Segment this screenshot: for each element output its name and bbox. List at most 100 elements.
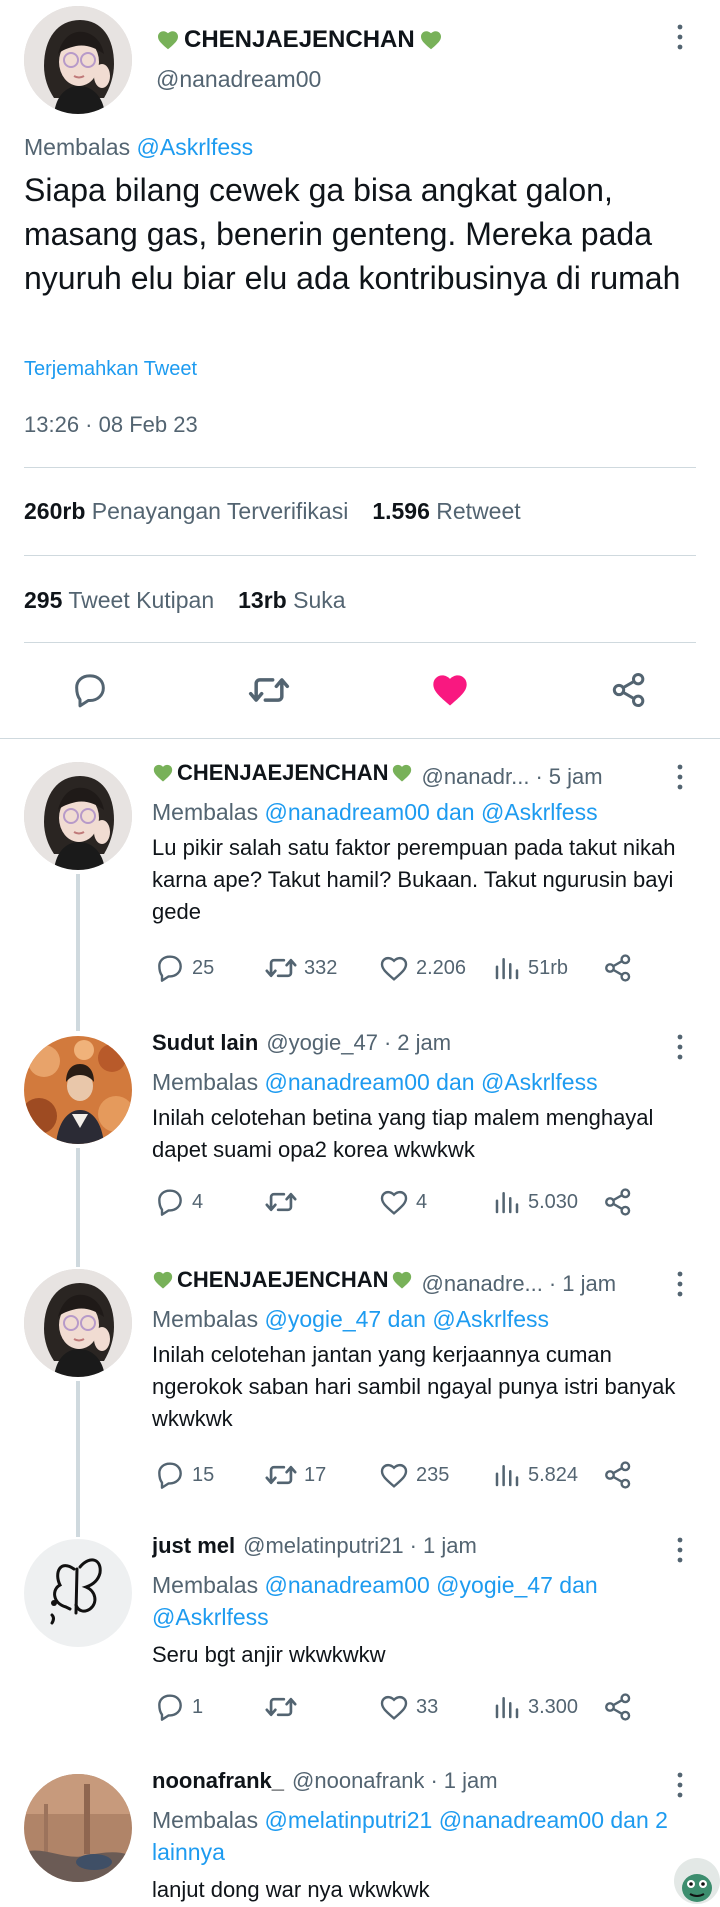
reply-handle[interactable]: @yogie_47 [266,1030,378,1056]
reply-actions: 1 33 3.300 [152,1689,692,1725]
share-button[interactable] [607,668,651,712]
retweet-icon [264,951,298,985]
share-button[interactable] [602,1184,634,1220]
main-avatar[interactable] [24,6,132,114]
like-button[interactable]: 2.206 [378,950,466,986]
reply-time[interactable]: 1 jam [444,1768,498,1794]
views-button[interactable]: 51rb [492,950,568,986]
share-button[interactable] [602,950,634,986]
reply-button[interactable]: 1 [154,1689,203,1725]
more-options-icon[interactable] [668,1032,692,1062]
more-options-icon[interactable] [668,22,692,52]
reply-button[interactable]: 25 [154,950,214,986]
more-options-icon[interactable] [668,1535,692,1565]
views-button[interactable]: 3.300 [492,1689,578,1725]
views-stat[interactable]: 260rb Penayangan Terverifikasi [24,498,348,525]
reply-display-name[interactable]: just mel [152,1533,235,1559]
reply-context: Membalas @melatinputri21 @nanadream00 da… [152,1804,692,1868]
reply-avatar[interactable] [24,1269,132,1377]
main-tweet-text: Siapa bilang cewek ga bisa angkat galon,… [24,172,681,296]
reply-time[interactable]: 2 jam [397,1030,451,1056]
reply-to-links[interactable]: @nanadream00 dan @Askrlfess [265,799,598,825]
reply-display-name[interactable]: Sudut lain [152,1030,258,1056]
share-button[interactable] [602,1457,634,1493]
main-reply-context: Membalas @Askrlfess [24,134,253,161]
floating-avatar-badge[interactable] [674,1858,720,1904]
views-label: Penayangan Terverifikasi [91,498,349,524]
views-icon [492,1692,522,1722]
thread-line [76,995,80,1031]
like-button[interactable] [428,668,472,712]
reply-button[interactable] [68,668,112,712]
reply-display-name-text: just mel [152,1533,236,1558]
share-icon [609,670,649,710]
like-count: 235 [416,1463,450,1486]
like-button[interactable]: 4 [378,1184,427,1220]
reply-handle[interactable]: @nanadre... [421,1271,542,1297]
reply-time[interactable]: 5 jam [549,764,603,790]
retweet-icon [264,1185,298,1219]
reply-handle[interactable]: @nanadr... [421,764,529,790]
retweet-count: 17 [304,1463,327,1486]
like-button[interactable]: 235 [378,1457,449,1493]
reply-display-name-text: CHENJAEJENCHAN [177,760,389,785]
retweet-button[interactable] [264,1184,304,1220]
reply-display-name[interactable]: noonafrank_ [152,1768,284,1794]
reply-tweet[interactable]: CHENJAEJENCHAN @nanadre... · 1 jam Memba… [0,1267,720,1537]
heart-outline-icon [378,1459,410,1491]
like-button[interactable]: 33 [378,1689,438,1725]
tweet-timestamp[interactable]: 13:26 · 08 Feb 23 [24,412,198,438]
reply-text: Lu pikir salah satu faktor perempuan pad… [152,835,676,924]
main-handle[interactable]: @nanadream00 [156,66,321,93]
reply-prefix: Membalas [152,1807,259,1833]
more-options-icon[interactable] [668,762,692,792]
reply-time[interactable]: 1 jam [423,1533,477,1559]
reply-display-name-text: noonafrank_ [152,1768,285,1793]
reply-text: Inilah celotehan betina yang tiap malem … [152,1105,654,1162]
green-heart-icon [391,1269,413,1291]
reply-button[interactable]: 4 [154,1184,203,1220]
heart-filled-icon [433,675,467,706]
reply-button[interactable]: 15 [154,1457,214,1493]
retweet-button[interactable] [247,668,291,712]
reply-to-link[interactable]: @Askrlfess [137,134,254,160]
reply-display-name[interactable]: CHENJAEJENCHAN [152,760,413,786]
stats-row-2: 295 Tweet Kutipan 13rb Suka [24,587,346,614]
divider [24,642,696,643]
reply-to-links[interactable]: @yogie_47 dan @Askrlfess [265,1306,550,1332]
reply-count: 15 [192,1463,215,1486]
reply-display-name[interactable]: CHENJAEJENCHAN [152,1267,413,1293]
reply-tweet[interactable]: just mel @melatinputri21 · 1 jam Membala… [0,1533,720,1768]
more-options-icon[interactable] [668,1269,692,1299]
quotes-stat[interactable]: 295 Tweet Kutipan [24,587,214,614]
main-display-name[interactable]: CHENJAEJENCHAN [156,26,443,54]
reply-avatar[interactable] [24,1036,132,1144]
retweet-button[interactable] [264,1689,304,1725]
reply-avatar[interactable] [24,1774,132,1882]
reply-tweet[interactable]: CHENJAEJENCHAN @nanadr... · 5 jam Membal… [0,760,720,995]
retweet-button[interactable]: 332 [264,950,337,986]
views-button[interactable]: 5.824 [492,1457,578,1493]
reply-display-name-text: CHENJAEJENCHAN [177,1267,389,1292]
thread-line [76,1148,80,1267]
reply-to-links[interactable]: @nanadream00 dan @Askrlfess [265,1069,598,1095]
reply-handle[interactable]: @noonafrank [292,1768,424,1794]
green-heart-icon [152,1269,174,1291]
like-count: 2.206 [416,956,467,979]
reply-prefix: Membalas [152,1306,259,1332]
main-action-bar [0,660,720,720]
translate-tweet-link[interactable]: Terjemahkan Tweet [24,358,197,381]
retweet-button[interactable]: 17 [264,1457,326,1493]
retweets-stat[interactable]: 1.596 Retweet [372,498,520,525]
share-button[interactable] [602,1689,634,1725]
likes-stat[interactable]: 13rb Suka [238,587,345,614]
reply-tweet[interactable]: Sudut lain @yogie_47 · 2 jam Membalas @n… [0,995,720,1267]
reply-tweet[interactable]: noonafrank_ @noonafrank · 1 jam Membalas… [0,1768,720,1907]
reply-handle[interactable]: @melatinputri21 [243,1533,404,1559]
reply-avatar[interactable] [24,1539,132,1647]
views-button[interactable]: 5.030 [492,1184,578,1220]
reply-avatar[interactable] [24,762,132,870]
more-options-icon[interactable] [668,1770,692,1800]
reply-count: 1 [192,1695,204,1718]
reply-time[interactable]: 1 jam [562,1271,616,1297]
